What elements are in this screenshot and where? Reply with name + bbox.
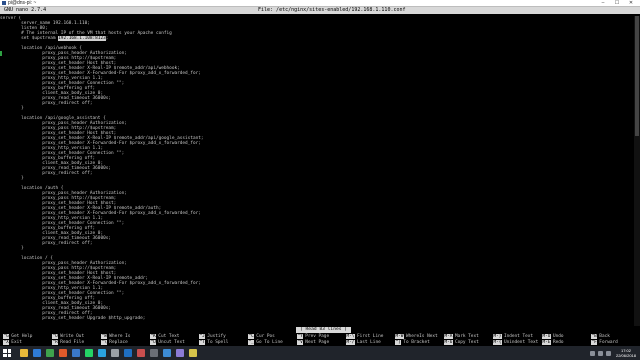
terminal-icon[interactable]: [150, 349, 158, 357]
shortcut-label: Indent Text: [503, 334, 534, 339]
shortcut-key: M-{: [493, 340, 502, 345]
shortcut-key: ^U: [150, 340, 157, 345]
shortcut-key: ^G: [3, 334, 10, 339]
settings-icon[interactable]: [111, 349, 119, 357]
shortcut-key: ^\: [101, 340, 108, 345]
code-line: proxy_set_header Upgrade $http_upgrade;: [0, 316, 146, 321]
shortcut-key: M-U: [542, 334, 551, 339]
shortcut-label: Go To Line: [256, 340, 283, 345]
shortcut-key: ^]: [395, 340, 402, 345]
shortcut-key: ^F: [591, 340, 598, 345]
shortcut-label: Cur Pos: [256, 334, 275, 339]
edge-browser-icon[interactable]: [33, 349, 41, 357]
store-icon[interactable]: [72, 349, 80, 357]
clock-date: 22/06/2018: [615, 353, 636, 358]
shortcut-label: WhereIs Next: [405, 334, 438, 339]
shortcut-label: Mark Text: [454, 334, 479, 339]
notepad-icon[interactable]: [189, 349, 197, 357]
shortcut-key: M-}: [493, 334, 502, 339]
shortcut-label: Uncut Text: [158, 340, 185, 345]
putty-app-icon[interactable]: [2, 1, 6, 5]
shortcut-label: Where Is: [109, 334, 131, 339]
shortcut-label: Exit: [11, 340, 22, 345]
shortcut-label: Copy Text: [454, 340, 479, 345]
shortcut-key: ^W: [101, 334, 108, 339]
shortcut-label: Write Out: [60, 334, 85, 339]
shortcut-key: ^Y: [297, 334, 304, 339]
shortcut-label: To Spell: [207, 340, 229, 345]
shortcut-key: M-E: [542, 340, 551, 345]
network-icon[interactable]: [589, 350, 595, 356]
scrollbar[interactable]: [634, 16, 640, 326]
shortcut-label: To Bracket: [403, 340, 430, 345]
shortcut-key: ^R: [52, 340, 59, 345]
shortcut-label: Forward: [599, 340, 618, 345]
shortcut-key: ^B: [591, 334, 598, 339]
shortcut-key: ^J: [199, 334, 206, 339]
status-message: [ Read 83 lines ]: [296, 327, 352, 333]
shortcut-label: Last Line: [356, 340, 381, 345]
maximize-button[interactable]: ☐: [610, 0, 624, 7]
shortcut-key: M-\: [346, 334, 355, 339]
shortcut-label: Prev Page: [305, 334, 330, 339]
window-titlebar: pi@dns-pi: ~ – ☐ ✕: [0, 0, 640, 7]
shortcut-label: Cut Text: [158, 334, 180, 339]
file-path: File: /etc/nginx/sites-enabled/192.168.1…: [258, 7, 406, 13]
shortcut-label: Next Page: [305, 340, 330, 345]
close-button[interactable]: ✕: [624, 0, 638, 7]
shortcut-key: M-/: [346, 340, 355, 345]
skype-icon[interactable]: [98, 349, 106, 357]
shortcut-bar: ^G Get Help ^X Exit ^O Write Out ^R Read File ^W…: [0, 334, 640, 346]
file-explorer-icon[interactable]: [20, 349, 28, 357]
volume-icon[interactable]: [597, 350, 603, 356]
window-controls: – ☐ ✕: [596, 0, 638, 7]
putty-icon[interactable]: [176, 349, 184, 357]
windows-start-icon[interactable]: [3, 349, 11, 357]
chrome-icon[interactable]: [46, 349, 54, 357]
shortcut-label: Replace: [109, 340, 128, 345]
shortcut-label: First Line: [356, 334, 384, 339]
shortcut-key: ^C: [248, 334, 255, 339]
shortcut-key: M-W: [395, 334, 404, 339]
shortcut-key: ^O: [52, 334, 59, 339]
shortcut-key: ^K: [150, 334, 157, 339]
scrollbar-thumb[interactable]: [635, 16, 639, 136]
notification-icon[interactable]: [605, 350, 611, 356]
shortcut-label: Undo: [552, 334, 564, 339]
shortcut-label: Get Help: [11, 334, 33, 339]
shortcut-label: Redo: [552, 340, 564, 345]
shortcut-key: ^X: [3, 340, 10, 345]
editor-text-area[interactable]: server { server_name 192.168.1.110; list…: [0, 16, 632, 326]
minimize-button[interactable]: –: [596, 0, 610, 7]
shortcut-key: M-A: [444, 334, 453, 339]
media-player-icon[interactable]: [59, 349, 67, 357]
shortcut-key: M-6: [444, 340, 453, 345]
system-tray: 17:02 22/06/2018: [589, 346, 636, 360]
clock[interactable]: 17:02 22/06/2018: [616, 348, 636, 358]
shortcut-key: ^_: [248, 340, 255, 345]
nano-header-bar: GNU nano 2.7.4 File: /etc/nginx/sites-en…: [0, 7, 640, 14]
photos-icon[interactable]: [137, 349, 145, 357]
shortcut-label: Back: [599, 334, 610, 339]
whatsapp-icon[interactable]: [85, 349, 93, 357]
window-title: pi@dns-pi: ~: [8, 0, 37, 6]
shortcut-label: Read File: [60, 340, 85, 345]
shortcut-key: ^V: [297, 340, 304, 345]
vm-icon[interactable]: [163, 349, 171, 357]
shortcut-label: Unindent Text: [503, 340, 539, 345]
outlook-icon[interactable]: [124, 349, 132, 357]
shortcut-label: Justify: [207, 334, 226, 339]
nano-version: GNU nano 2.7.4: [4, 7, 47, 13]
windows-taskbar: 17:02 22/06/2018: [0, 346, 640, 360]
shortcut-key: ^T: [199, 340, 206, 345]
